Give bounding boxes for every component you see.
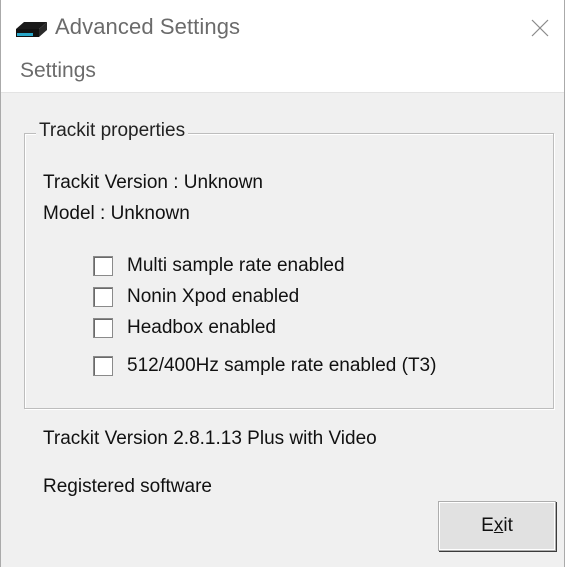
window-title: Advanced Settings xyxy=(55,14,241,39)
checkbox-box[interactable] xyxy=(93,318,113,338)
menu-divider xyxy=(1,92,564,93)
registration-status: Registered software xyxy=(43,476,212,497)
checkbox-box[interactable] xyxy=(93,256,113,276)
checkbox-512-400hz-t3[interactable]: 512/400Hz sample rate enabled (T3) xyxy=(93,355,436,377)
menu-settings[interactable]: Settings xyxy=(20,59,96,83)
checkbox-multi-sample-rate[interactable]: Multi sample rate enabled xyxy=(93,255,345,277)
advanced-settings-window: Advanced Settings Settings Trackit prope… xyxy=(0,0,565,567)
exit-button[interactable]: Ex it xyxy=(438,501,556,551)
checkbox-headbox[interactable]: Headbox enabled xyxy=(93,317,276,339)
checkbox-label: Nonin Xpod enabled xyxy=(127,286,300,307)
group-legend: Trackit properties xyxy=(36,120,189,142)
trackit-version-line: Trackit Version : Unknown xyxy=(43,172,263,193)
checkbox-label: 512/400Hz sample rate enabled (T3) xyxy=(127,355,437,376)
close-icon xyxy=(531,19,549,37)
checkbox-nonin-xpod[interactable]: Nonin Xpod enabled xyxy=(93,286,299,308)
trackit-device-icon xyxy=(14,20,48,40)
checkbox-label: Multi sample rate enabled xyxy=(127,255,345,276)
exit-label-mnemonic: x xyxy=(493,515,504,536)
trackit-version-info: Trackit Version 2.8.1.13 Plus with Video xyxy=(43,428,377,449)
model-line: Model : Unknown xyxy=(43,203,190,224)
exit-label-pre: E xyxy=(481,515,494,536)
menu-bar: Settings xyxy=(1,56,564,92)
checkbox-box[interactable] xyxy=(93,356,113,376)
checkbox-box[interactable] xyxy=(93,287,113,307)
title-bar[interactable]: Advanced Settings xyxy=(1,0,564,56)
exit-label-post: it xyxy=(503,515,513,536)
checkbox-label: Headbox enabled xyxy=(127,317,276,338)
close-button[interactable] xyxy=(520,8,560,48)
